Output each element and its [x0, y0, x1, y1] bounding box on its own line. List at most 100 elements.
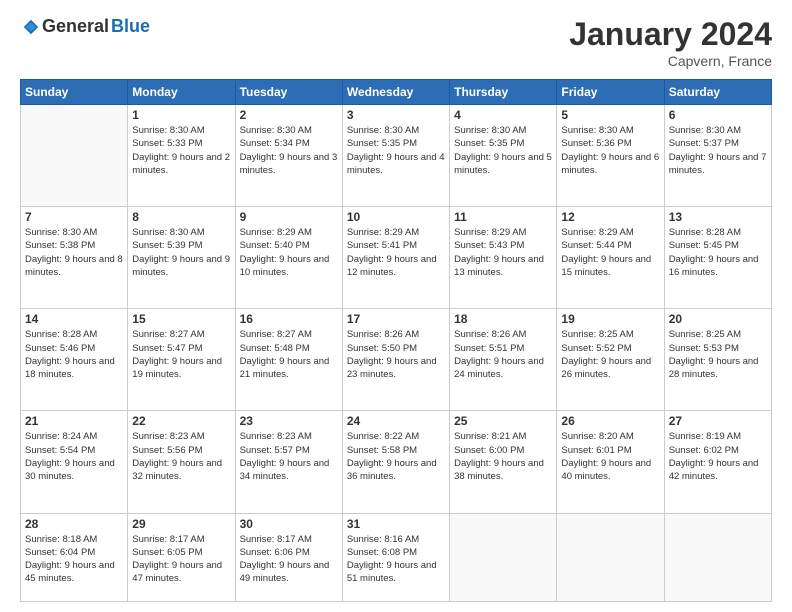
- day-number: 30: [240, 517, 338, 531]
- day-number: 6: [669, 108, 767, 122]
- header: GeneralBlue January 2024 Capvern, France: [20, 16, 772, 69]
- day-number: 29: [132, 517, 230, 531]
- day-number: 26: [561, 414, 659, 428]
- calendar-cell: [557, 513, 664, 601]
- calendar-cell: 11 Sunrise: 8:29 AMSunset: 5:43 PMDayligh…: [450, 207, 557, 309]
- calendar-header-wednesday: Wednesday: [342, 80, 449, 105]
- day-info: Sunrise: 8:24 AMSunset: 5:54 PMDaylight:…: [25, 430, 123, 483]
- day-number: 31: [347, 517, 445, 531]
- calendar-cell: 23Sunrise: 8:23 AMSunset: 5:57 PMDayligh…: [235, 411, 342, 513]
- logo: GeneralBlue: [20, 16, 150, 37]
- day-info: Sunrise: 8:17 AMSunset: 6:05 PMDaylight:…: [132, 533, 230, 586]
- calendar-cell: 24Sunrise: 8:22 AMSunset: 5:58 PMDayligh…: [342, 411, 449, 513]
- day-number: 22: [132, 414, 230, 428]
- day-number: 8: [132, 210, 230, 224]
- day-info: Sunrise: 8:19 AMSunset: 6:02 PMDaylight:…: [669, 430, 767, 483]
- day-info: Sunrise: 8:28 AMSunset: 5:45 PMDaylight:…: [669, 226, 767, 279]
- calendar-cell: 2 Sunrise: 8:30 AMSunset: 5:34 PMDaylight…: [235, 105, 342, 207]
- day-number: 25: [454, 414, 552, 428]
- day-number: 5: [561, 108, 659, 122]
- day-info: Sunrise: 8:30 AMSunset: 5:39 PMDaylight:…: [132, 226, 230, 279]
- day-number: 17: [347, 312, 445, 326]
- day-info: Sunrise: 8:27 AMSunset: 5:48 PMDaylight:…: [240, 328, 338, 381]
- calendar-cell: 15Sunrise: 8:27 AMSunset: 5:47 PMDayligh…: [128, 309, 235, 411]
- calendar-cell: 3 Sunrise: 8:30 AMSunset: 5:35 PMDaylight…: [342, 105, 449, 207]
- day-info: Sunrise: 8:28 AMSunset: 5:46 PMDaylight:…: [25, 328, 123, 381]
- day-info: Sunrise: 8:26 AMSunset: 5:51 PMDaylight:…: [454, 328, 552, 381]
- day-info: Sunrise: 8:30 AMSunset: 5:38 PMDaylight:…: [25, 226, 123, 279]
- day-number: 7: [25, 210, 123, 224]
- calendar-week-row: 7 Sunrise: 8:30 AMSunset: 5:38 PMDaylight…: [21, 207, 772, 309]
- calendar-cell: [21, 105, 128, 207]
- calendar-header-monday: Monday: [128, 80, 235, 105]
- day-info: Sunrise: 8:29 AMSunset: 5:41 PMDaylight:…: [347, 226, 445, 279]
- calendar-header-sunday: Sunday: [21, 80, 128, 105]
- logo-text-general: General: [42, 16, 109, 37]
- calendar-cell: 29 Sunrise: 8:17 AMSunset: 6:05 PMDayligh…: [128, 513, 235, 601]
- calendar-cell: 4Sunrise: 8:30 AMSunset: 5:35 PMDaylight…: [450, 105, 557, 207]
- calendar-cell: 14 Sunrise: 8:28 AMSunset: 5:46 PMDayligh…: [21, 309, 128, 411]
- day-info: Sunrise: 8:18 AMSunset: 6:04 PMDaylight:…: [25, 533, 123, 586]
- day-info: Sunrise: 8:30 AMSunset: 5:35 PMDaylight:…: [347, 124, 445, 177]
- day-info: Sunrise: 8:25 AMSunset: 5:52 PMDaylight:…: [561, 328, 659, 381]
- page: GeneralBlue January 2024 Capvern, France…: [0, 0, 792, 612]
- day-number: 9: [240, 210, 338, 224]
- day-number: 14: [25, 312, 123, 326]
- title-area: January 2024 Capvern, France: [569, 16, 772, 69]
- day-number: 11: [454, 210, 552, 224]
- calendar-cell: 6 Sunrise: 8:30 AMSunset: 5:37 PMDaylight…: [664, 105, 771, 207]
- calendar-cell: 9Sunrise: 8:29 AMSunset: 5:40 PMDaylight…: [235, 207, 342, 309]
- day-number: 18: [454, 312, 552, 326]
- day-number: 23: [240, 414, 338, 428]
- day-number: 15: [132, 312, 230, 326]
- calendar-header-row: SundayMondayTuesdayWednesdayThursdayFrid…: [21, 80, 772, 105]
- calendar-table: SundayMondayTuesdayWednesdayThursdayFrid…: [20, 79, 772, 602]
- calendar-cell: 5Sunrise: 8:30 AMSunset: 5:36 PMDaylight…: [557, 105, 664, 207]
- calendar-cell: 12 Sunrise: 8:29 AMSunset: 5:44 PMDayligh…: [557, 207, 664, 309]
- day-number: 16: [240, 312, 338, 326]
- calendar-cell: 22 Sunrise: 8:23 AMSunset: 5:56 PMDayligh…: [128, 411, 235, 513]
- logo-text-blue: Blue: [111, 16, 150, 37]
- day-number: 13: [669, 210, 767, 224]
- calendar-cell: 13 Sunrise: 8:28 AMSunset: 5:45 PMDayligh…: [664, 207, 771, 309]
- calendar-week-row: 1Sunrise: 8:30 AMSunset: 5:33 PMDaylight…: [21, 105, 772, 207]
- day-info: Sunrise: 8:17 AMSunset: 6:06 PMDaylight:…: [240, 533, 338, 586]
- calendar-cell: 27 Sunrise: 8:19 AMSunset: 6:02 PMDayligh…: [664, 411, 771, 513]
- calendar-cell: 17 Sunrise: 8:26 AMSunset: 5:50 PMDayligh…: [342, 309, 449, 411]
- calendar-cell: 30 Sunrise: 8:17 AMSunset: 6:06 PMDayligh…: [235, 513, 342, 601]
- day-number: 2: [240, 108, 338, 122]
- day-info: Sunrise: 8:29 AMSunset: 5:43 PMDaylight:…: [454, 226, 552, 279]
- day-info: Sunrise: 8:30 AMSunset: 5:33 PMDaylight:…: [132, 124, 230, 177]
- day-info: Sunrise: 8:30 AMSunset: 5:35 PMDaylight:…: [454, 124, 552, 177]
- calendar-cell: 21Sunrise: 8:24 AMSunset: 5:54 PMDayligh…: [21, 411, 128, 513]
- calendar-cell: [450, 513, 557, 601]
- day-number: 19: [561, 312, 659, 326]
- day-number: 27: [669, 414, 767, 428]
- calendar-cell: 1Sunrise: 8:30 AMSunset: 5:33 PMDaylight…: [128, 105, 235, 207]
- calendar-cell: [664, 513, 771, 601]
- day-info: Sunrise: 8:29 AMSunset: 5:44 PMDaylight:…: [561, 226, 659, 279]
- calendar-cell: 10 Sunrise: 8:29 AMSunset: 5:41 PMDayligh…: [342, 207, 449, 309]
- calendar-cell: 8 Sunrise: 8:30 AMSunset: 5:39 PMDaylight…: [128, 207, 235, 309]
- calendar-cell: 7 Sunrise: 8:30 AMSunset: 5:38 PMDaylight…: [21, 207, 128, 309]
- day-info: Sunrise: 8:23 AMSunset: 5:56 PMDaylight:…: [132, 430, 230, 483]
- day-number: 3: [347, 108, 445, 122]
- calendar-cell: 19 Sunrise: 8:25 AMSunset: 5:52 PMDayligh…: [557, 309, 664, 411]
- calendar-cell: 31 Sunrise: 8:16 AMSunset: 6:08 PMDayligh…: [342, 513, 449, 601]
- calendar-header-tuesday: Tuesday: [235, 80, 342, 105]
- calendar-cell: 18 Sunrise: 8:26 AMSunset: 5:51 PMDayligh…: [450, 309, 557, 411]
- day-number: 20: [669, 312, 767, 326]
- calendar-cell: 20Sunrise: 8:25 AMSunset: 5:53 PMDayligh…: [664, 309, 771, 411]
- location: Capvern, France: [569, 53, 772, 69]
- day-info: Sunrise: 8:26 AMSunset: 5:50 PMDaylight:…: [347, 328, 445, 381]
- day-info: Sunrise: 8:16 AMSunset: 6:08 PMDaylight:…: [347, 533, 445, 586]
- day-number: 12: [561, 210, 659, 224]
- calendar-cell: 16 Sunrise: 8:27 AMSunset: 5:48 PMDayligh…: [235, 309, 342, 411]
- calendar-week-row: 21Sunrise: 8:24 AMSunset: 5:54 PMDayligh…: [21, 411, 772, 513]
- day-info: Sunrise: 8:22 AMSunset: 5:58 PMDaylight:…: [347, 430, 445, 483]
- calendar-header-saturday: Saturday: [664, 80, 771, 105]
- day-info: Sunrise: 8:30 AMSunset: 5:37 PMDaylight:…: [669, 124, 767, 177]
- day-info: Sunrise: 8:30 AMSunset: 5:34 PMDaylight:…: [240, 124, 338, 177]
- logo-icon: [22, 18, 40, 36]
- day-number: 10: [347, 210, 445, 224]
